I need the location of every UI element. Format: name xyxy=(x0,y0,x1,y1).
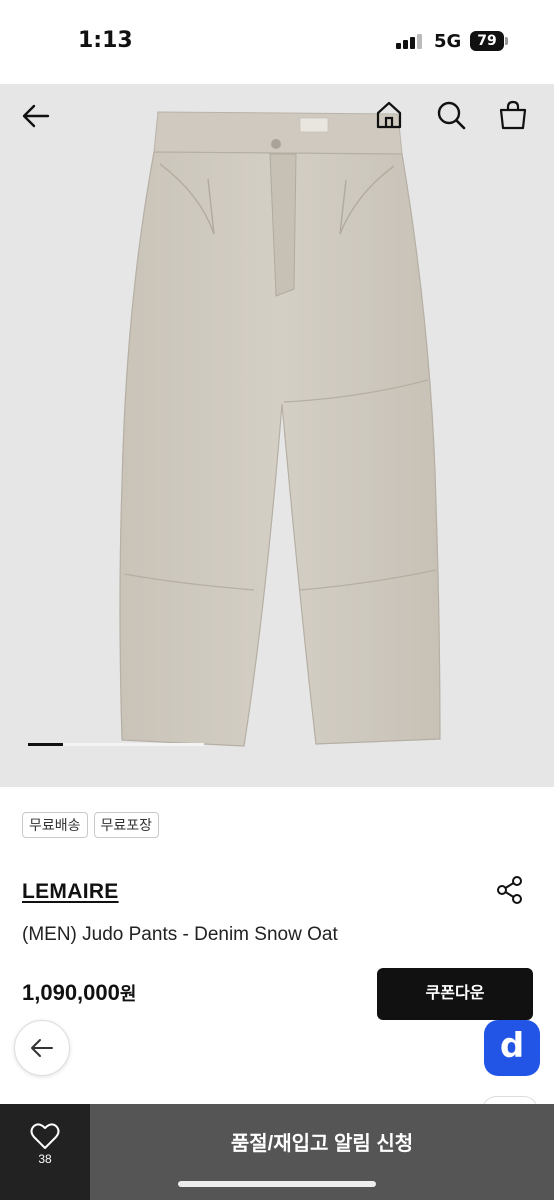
status-bar: 1:13 5G 79 xyxy=(0,0,554,84)
home-button[interactable] xyxy=(374,100,410,136)
floating-back-button[interactable] xyxy=(14,1020,70,1076)
shopping-bag-icon xyxy=(499,100,527,130)
like-button[interactable]: 38 xyxy=(0,1104,90,1200)
search-icon xyxy=(437,101,466,130)
price: 1,090,000원 xyxy=(22,980,136,1006)
gallery-progress xyxy=(28,743,204,746)
back-button[interactable] xyxy=(20,100,56,136)
app-badge-letter: d xyxy=(499,1026,525,1066)
status-time: 1:13 xyxy=(78,28,133,53)
signal-icon xyxy=(396,33,424,49)
cart-button[interactable] xyxy=(498,100,534,136)
home-icon xyxy=(376,101,402,129)
product-image xyxy=(119,111,441,747)
arrow-left-icon xyxy=(31,1039,53,1057)
price-value: 1,090,000 xyxy=(22,980,120,1005)
coupon-download-button[interactable]: 쿠폰다운 xyxy=(377,968,533,1020)
tag-free-packaging: 무료포장 xyxy=(93,812,160,838)
restock-alert-button[interactable]: 품절/재입고 알림 신청 xyxy=(90,1104,554,1184)
shipping-tags: 무료배송 무료포장 xyxy=(22,812,160,838)
brand-link[interactable]: LEMAIRE xyxy=(22,880,119,904)
battery-icon: 79 xyxy=(470,31,504,51)
floating-app-button[interactable]: d xyxy=(484,1020,540,1076)
battery-tip xyxy=(505,37,508,45)
product-image-gallery[interactable] xyxy=(0,84,554,787)
tag-free-shipping: 무료배송 xyxy=(22,812,88,838)
arrow-left-icon xyxy=(22,104,50,128)
search-button[interactable] xyxy=(436,100,472,136)
heart-icon xyxy=(30,1123,60,1149)
gallery-progress-fill xyxy=(28,743,64,746)
home-indicator xyxy=(178,1181,376,1187)
network-type: 5G xyxy=(434,31,462,52)
share-icon xyxy=(497,876,522,904)
share-button[interactable] xyxy=(494,874,526,906)
price-currency: 원 xyxy=(119,984,137,1004)
like-count: 38 xyxy=(38,1152,52,1166)
product-name: (MEN) Judo Pants - Denim Snow Oat xyxy=(22,924,338,945)
